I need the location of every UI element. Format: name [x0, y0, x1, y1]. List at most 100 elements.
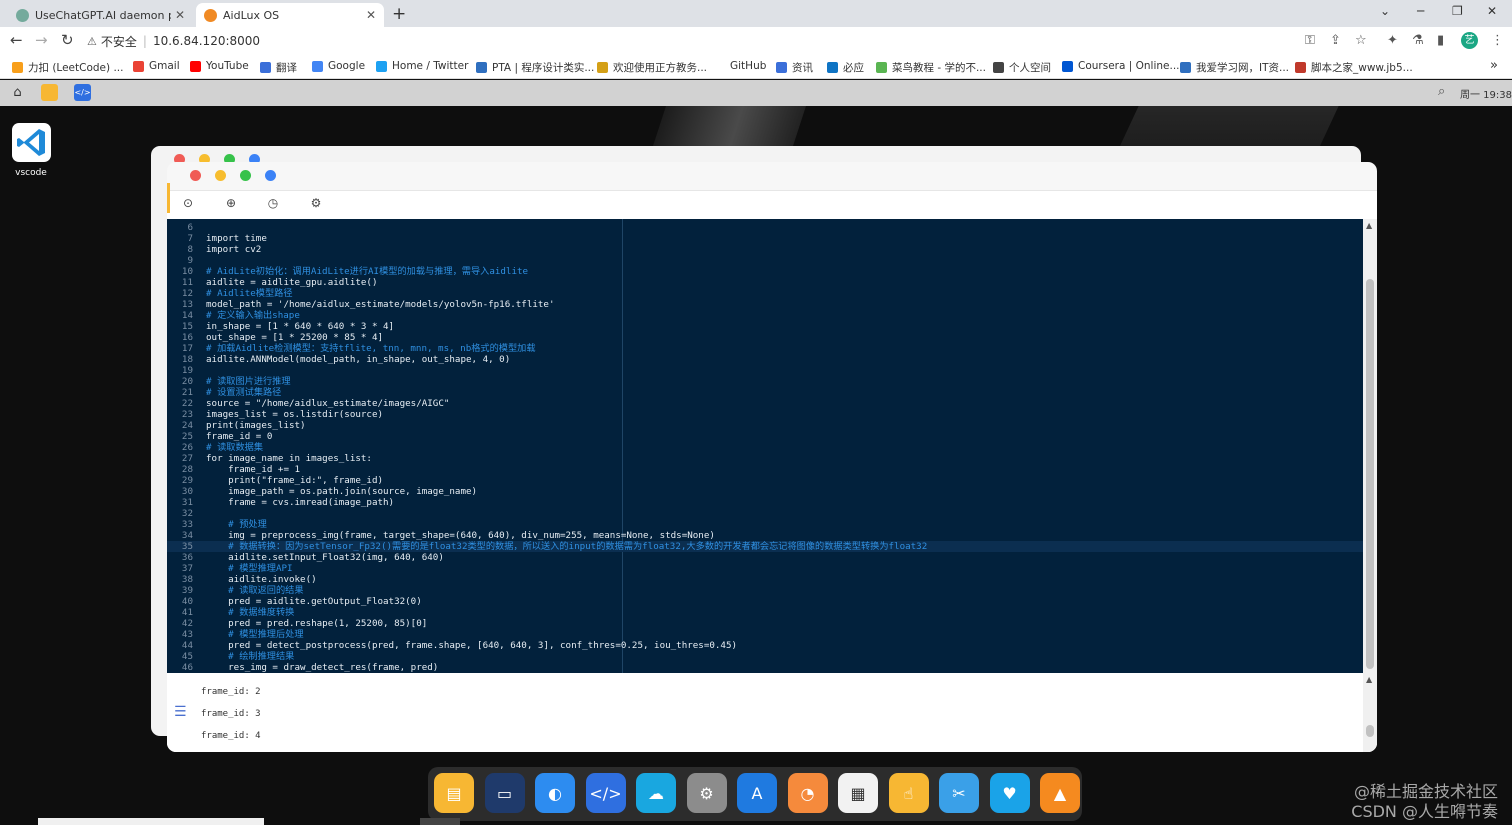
code-line[interactable]: 35 # 数据转换：因为setTensor_Fp32()需要的是float32类… [167, 541, 1363, 552]
vscode-desktop-icon[interactable] [12, 123, 51, 162]
tab-search-icon[interactable]: ⌄ [1380, 4, 1390, 18]
forward-icon[interactable]: → [35, 31, 48, 49]
code-line[interactable]: 30 image_path = os.path.join(source, ima… [167, 486, 1363, 497]
close-window-button[interactable]: ✕ [1487, 4, 1497, 18]
code-line[interactable]: 24 print(images_list) [167, 420, 1363, 431]
code-line[interactable]: 6 [167, 222, 1363, 233]
reload-icon[interactable]: ↻ [61, 31, 74, 49]
dock-tools-icon[interactable]: ✂ [939, 773, 979, 813]
code-line[interactable]: 12 # Aidlite模型路径 [167, 288, 1363, 299]
search-icon[interactable]: ⌕ [1438, 84, 1445, 99]
bookmark-jiaowu[interactable]: 欢迎使用正方教务... [597, 60, 707, 75]
code-line[interactable]: 42 pred = pred.reshape(1, 25200, 85)[0] [167, 618, 1363, 629]
close-tab-icon[interactable]: ✕ [175, 8, 185, 22]
address-bar[interactable]: ⚠ 不安全 | 10.6.84.120:8000 [87, 30, 1292, 52]
code-app-icon[interactable]: </> [74, 84, 91, 101]
key-icon[interactable]: ⚿ [1305, 33, 1315, 48]
add-icon[interactable]: ⊕ [224, 196, 238, 210]
code-line[interactable]: 46 res_img = draw_detect_res(frame, pred… [167, 662, 1363, 673]
code-line[interactable]: 33 # 预处理 [167, 519, 1363, 530]
code-line[interactable]: 36 aidlite.setInput_Float32(img, 640, 64… [167, 552, 1363, 563]
code-line[interactable]: 23 images_list = os.listdir(source) [167, 409, 1363, 420]
code-line[interactable]: 37 # 模型推理API [167, 563, 1363, 574]
dock-calculator-icon[interactable]: ▦ [838, 773, 878, 813]
files-icon[interactable] [41, 84, 58, 101]
code-line[interactable]: 22 source = "/home/aidlux_estimate/images… [167, 398, 1363, 409]
minimize-dot[interactable] [215, 170, 226, 181]
dock-app-store-icon[interactable]: A [737, 773, 777, 813]
scroll-thumb[interactable] [1366, 725, 1374, 737]
scroll-up-icon[interactable]: ▲ [1366, 675, 1372, 684]
code-line[interactable]: 44 pred = detect_postprocess(pred, frame… [167, 640, 1363, 651]
star-icon[interactable]: ☆ [1355, 33, 1367, 48]
minimize-button[interactable]: ─ [1417, 4, 1424, 18]
share-icon[interactable]: ⇪ [1330, 33, 1341, 48]
bookmark-google[interactable]: Google [312, 60, 365, 72]
settings-icon[interactable]: ⚙ [309, 196, 323, 210]
scroll-thumb[interactable] [1366, 279, 1374, 669]
bookmark-personal-space[interactable]: 个人空间 [993, 60, 1051, 75]
dock-terminal-icon[interactable]: ▭ [484, 773, 525, 813]
new-tab-button[interactable]: + [392, 4, 406, 24]
code-line[interactable]: 43 # 模型推理后处理 [167, 629, 1363, 640]
console-scrollbar[interactable]: ▲ [1363, 673, 1377, 752]
close-dot[interactable] [190, 170, 201, 181]
code-line[interactable]: 10 # AidLite初始化：调用AidLite进行AI模型的加载与推理，需导入… [167, 266, 1363, 277]
bookmark-news[interactable]: 资讯 [776, 60, 813, 75]
code-line[interactable]: 25 frame_id = 0 [167, 431, 1363, 442]
dock-browser-icon[interactable]: ◐ [535, 773, 575, 813]
dock-bulb-icon[interactable]: ◔ [787, 773, 828, 813]
extensions-icon[interactable]: ✦ [1387, 33, 1398, 48]
bookmark-runoob[interactable]: 菜鸟教程 - 学的不... [876, 60, 986, 75]
code-line[interactable]: 20 # 读取图片进行推理 [167, 376, 1363, 387]
more-bookmarks-button[interactable]: » [1490, 58, 1498, 73]
maximize-button[interactable]: ❐ [1452, 4, 1463, 18]
code-line[interactable]: 15 in_shape = [1 * 640 * 640 * 3 * 4] [167, 321, 1363, 332]
side-panel-icon[interactable]: ▮ [1437, 33, 1444, 48]
bookmark-52studyit[interactable]: 我爱学习网，IT资... [1180, 60, 1289, 75]
code-line[interactable]: 16 out_shape = [1 * 25200 * 85 * 4] [167, 332, 1363, 343]
code-line[interactable]: 27 for image_name in images_list: [167, 453, 1363, 464]
dock-files-icon[interactable]: ▤ [434, 773, 474, 813]
code-line[interactable]: 28 frame_id += 1 [167, 464, 1363, 475]
bookmark-pta[interactable]: PTA | 程序设计类实... [476, 60, 594, 75]
code-line[interactable]: 14 # 定义输入输出shape [167, 310, 1363, 321]
code-editor[interactable]: 6 7 import time 8 import cv2 9 10 # AidLite初始化：… [167, 219, 1363, 673]
close-tab-icon[interactable]: ✕ [366, 8, 376, 22]
history-icon[interactable]: ◷ [266, 196, 280, 210]
bookmark-jb51[interactable]: 脚本之家_www.jb5... [1295, 60, 1413, 75]
bookmark-coursera[interactable]: Coursera | Online... [1062, 60, 1180, 72]
code-line[interactable]: 31 frame = cvs.imread(image_path) [167, 497, 1363, 508]
code-line[interactable]: 11 aidlite = aidlite_gpu.aidlite() [167, 277, 1363, 288]
bookmark-gmail[interactable]: Gmail [133, 60, 180, 72]
code-line[interactable]: 13 model_path = '/home/aidlux_estimate/mo… [167, 299, 1363, 310]
code-line[interactable]: 18 aidlite.ANNModel(model_path, in_shape,… [167, 354, 1363, 365]
bookmark-leetcode[interactable]: 力扣 (LeetCode) ... [12, 60, 123, 75]
bookmark-twitter[interactable]: Home / Twitter [376, 60, 468, 72]
code-line[interactable]: 19 [167, 365, 1363, 376]
dock-code-icon[interactable]: </> [585, 773, 626, 813]
fullscreen-dot[interactable] [265, 170, 276, 181]
code-line[interactable]: 21 # 设置测试集路径 [167, 387, 1363, 398]
code-line[interactable]: 26 # 读取数据集 [167, 442, 1363, 453]
dock-settings-icon[interactable]: ⚙ [686, 773, 727, 813]
bookmark-youtube[interactable]: YouTube [190, 60, 249, 72]
scroll-up-icon[interactable]: ▲ [1366, 221, 1372, 230]
flask-icon[interactable]: ⚗ [1412, 33, 1424, 48]
code-line[interactable]: 29 print("frame_id:", frame_id) [167, 475, 1363, 486]
bookmark-bing[interactable]: 必应 [827, 60, 864, 75]
dock-cloud-icon[interactable]: ☁ [636, 773, 676, 813]
maximize-dot[interactable] [240, 170, 251, 181]
dock-heart-icon[interactable]: ♥ [989, 773, 1030, 813]
aidlux-logo-icon[interactable]: ⌂ [9, 84, 26, 101]
tab-usechatgpt[interactable]: UseChatGPT.AI daemon proce ✕ [8, 3, 193, 27]
code-line[interactable]: 34 img = preprocess_img(frame, target_sh… [167, 530, 1363, 541]
tab-aidlux-os[interactable]: AidLux OS ✕ [196, 3, 384, 27]
back-icon[interactable]: ← [10, 31, 23, 49]
editor-scrollbar[interactable]: ▲ [1363, 219, 1377, 673]
profile-avatar[interactable]: 艺 [1461, 32, 1478, 49]
code-line[interactable]: 45 # 绘制推理结果 [167, 651, 1363, 662]
run-icon[interactable]: ⊙ [181, 196, 195, 210]
menu-lines-icon[interactable]: ☰ [174, 704, 187, 720]
dock-aidlux-icon[interactable]: ▲ [1040, 773, 1080, 813]
